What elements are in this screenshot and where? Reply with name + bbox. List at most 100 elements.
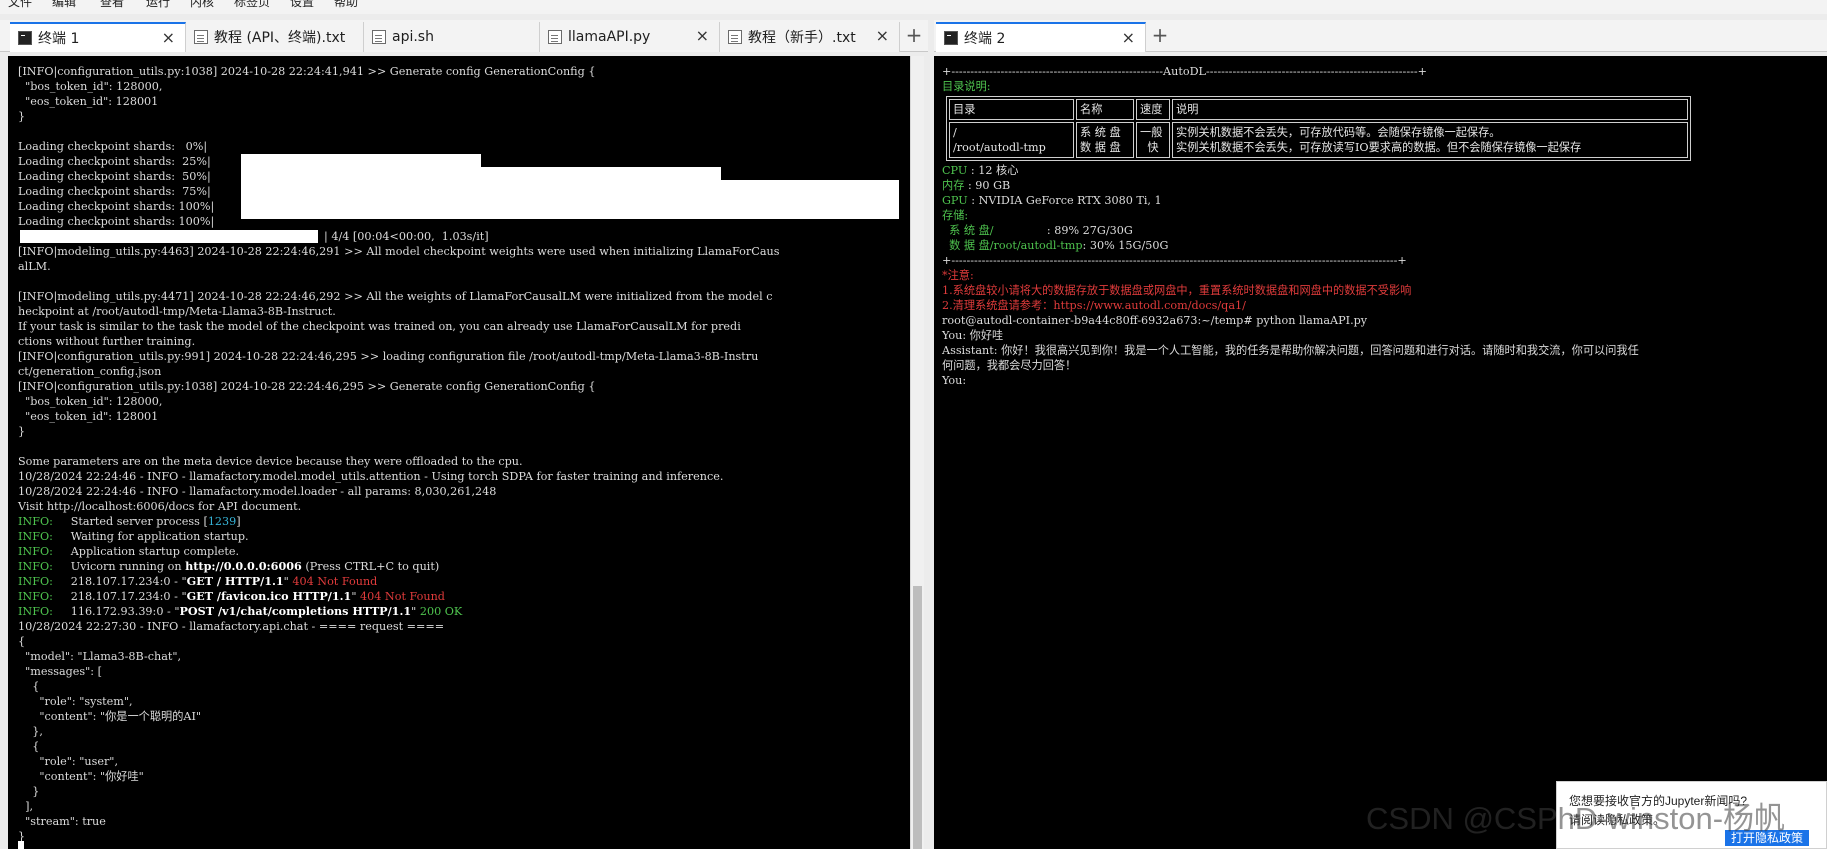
menu-view[interactable]: 查看 [100,0,124,9]
terminal-line: INFO: 218.107.17.234:0 - "GET /favicon.i… [18,589,910,604]
request-line: GET /favicon.ico HTTP/1.1 [186,589,352,603]
cursor [18,841,24,849]
terminal-line: "content": "你是一个聪明的AI" [18,710,202,723]
terminal-line: "model": "Llama3-8B-chat", [18,650,182,663]
notification-text: 您想要接收官方的Jupyter新闻吗? [1569,794,1748,808]
chat-assistant-line: 何问题，我都会尽力回答！ [942,359,1077,372]
info-value: : 12 核心 [967,164,1019,177]
terminal-line: Some parameters are on the meta device d… [18,455,523,468]
terminal-line: INFO: 218.107.17.234:0 - "GET / HTTP/1.1… [18,574,910,589]
note-line: 1.系统盘较小请将大的数据存放于数据盘或网盘中，重置系统时数据盘和网盘中的数据不… [942,284,1412,297]
terminal-line: INFO: 116.172.93.39:0 - "POST /v1/chat/c… [18,604,910,619]
progress-bar-fill [241,167,721,180]
info-tag: INFO: [18,530,53,543]
open-privacy-policy-button[interactable]: 打开隐私政策 [1725,830,1810,846]
chat-assistant-line: Assistant: 你好！我很高兴见到你！我是一个人工智能，我的任务是帮助你解… [942,344,1639,357]
cell-line: 数 据 盘 [1080,141,1121,154]
directory-table: 目录 名称 速度 说明 / /root/autodl-tmp 系 统 盘数 据 盘… [946,96,1691,161]
progress-bar-fill [20,230,318,243]
log-text: (Press CTRL+C to quit) [301,560,440,573]
menu-run[interactable]: 运行 [146,0,170,9]
terminal-line: } [18,785,40,798]
tab-tutorial-api[interactable]: 教程 (API、终端).txt [186,22,364,52]
menu-help[interactable]: 帮助 [334,0,358,9]
server-url[interactable]: http://0.0.0.0:6006 [185,559,302,573]
terminal-line: } [18,830,26,843]
header-directory: 目录 [949,99,1074,120]
info-value: : NVIDIA GeForce RTX 3080 Ti, 1 [967,194,1162,207]
info-label: 数 据 盘/root/autodl-tmp [942,239,1083,252]
memory-info: 内存 : 90 GB [942,178,1827,193]
cpu-info: CPU : 12 核心 [942,163,1827,178]
terminal-line: "eos_token_id": 128001 [18,95,159,108]
terminal-line: "eos_token_id": 128001 [18,410,159,423]
terminal-line: If your task is similar to the task the … [18,320,741,333]
terminal-line: "role": "system", [18,695,133,708]
close-icon[interactable]: × [696,28,709,44]
notification-text: 请阅读隐私政策。 [1569,813,1666,827]
file-icon [548,30,562,44]
system-disk-info: 系 统 盘/ : 89% 27G/30G [942,223,1827,238]
terminal-line: "content": "你好哇" [18,770,144,783]
terminal-2[interactable]: +---------------------------------------… [934,56,1827,849]
note-link-line[interactable]: 2.清理系统盘请参考：https://www.autodl.com/docs/q… [942,298,1827,313]
file-icon [194,30,208,44]
process-id: 1239 [207,515,237,528]
storage-title: 存储: [942,209,969,222]
tab-api-sh[interactable]: api.sh [364,22,540,52]
log-text: " [351,590,361,603]
autodl-separator: +---------------------------------------… [942,254,1407,267]
progress-bar-fill [241,193,899,206]
cell-line: / [953,126,957,139]
terminal-icon [18,31,32,45]
terminal-line: "bos_token_id": 128000, [18,80,163,93]
table-cell: 实例关机数据不会丢失，可存放代码等。会随保存镜像一起保存。 实例关机数据不会丢失，… [1172,122,1688,158]
terminal-line: INFO: Uvicorn running on http://0.0.0.0:… [18,559,910,574]
terminal-line: alLM. [18,260,51,273]
terminal-1-scrollbar[interactable] [910,56,924,849]
terminal-line: "bos_token_id": 128000, [18,395,163,408]
terminal-line: [INFO|configuration_utils.py:1038] 2024-… [18,65,596,78]
terminal-line: Loading checkpoint shards: 0%| [18,140,208,153]
tab-terminal-1[interactable]: 终端 1 × [10,22,186,52]
gpu-info: GPU : NVIDIA GeForce RTX 3080 Ti, 1 [942,193,1827,208]
menu-kernel[interactable]: 内核 [190,0,214,9]
tab-label: 教程 (API、终端).txt [214,30,346,46]
cell-line: 实例关机数据不会丢失，可存放读写IO要求高的数据。但不会随保存镜像一起保存 [1176,141,1582,154]
terminal-line: 10/28/2024 22:24:46 - INFO - llamafactor… [18,485,497,498]
close-icon[interactable]: × [876,28,889,44]
chat-input-line[interactable]: You: [942,373,1827,388]
add-tab-button[interactable]: + [1148,24,1172,48]
terminal-line: }, [18,725,43,738]
header-description: 说明 [1172,99,1688,120]
tab-llamaapi-py[interactable]: llamaAPI.py × [540,22,720,52]
terminal-line: } [18,425,26,438]
scrollbar-thumb[interactable] [913,586,922,849]
tab-terminal-2[interactable]: 终端 2 × [936,22,1146,52]
menu-file[interactable]: 文件 [8,0,32,9]
menu-settings[interactable]: 设置 [290,0,314,9]
right-tab-bar: 终端 2 × + [934,20,1827,52]
progress-bar-fill [241,180,899,193]
terminal-line: } [18,110,26,123]
log-text: 218.107.17.234:0 - " [52,590,187,603]
jupyter-news-notification: 您想要接收官方的Jupyter新闻吗? 请阅读隐私政策。 打开隐私政策 [1556,781,1827,849]
tab-label: llamaAPI.py [568,29,651,45]
info-label: 内存 [942,179,965,192]
log-text: ] [236,515,241,528]
menu-tabs[interactable]: 标签页 [234,0,270,9]
tab-label: 终端 2 [964,31,1006,47]
chat-user-line: You: 你好哇 [942,329,1004,342]
close-icon[interactable]: × [1122,30,1135,46]
tab-tutorial-newbie[interactable]: 教程（新手）.txt × [720,22,900,52]
close-icon[interactable]: × [162,30,175,46]
table-cell: 一般快 [1136,122,1170,158]
log-text: " [411,605,420,618]
table-cell: 系 统 盘数 据 盘 [1076,122,1134,158]
log-text: Waiting for application startup. [52,530,249,543]
request-line: POST /v1/chat/completions HTTP/1.1 [179,604,412,618]
add-tab-button[interactable]: + [902,24,926,48]
info-tag: INFO: [18,545,53,558]
menu-edit[interactable]: 编辑 [52,0,76,9]
